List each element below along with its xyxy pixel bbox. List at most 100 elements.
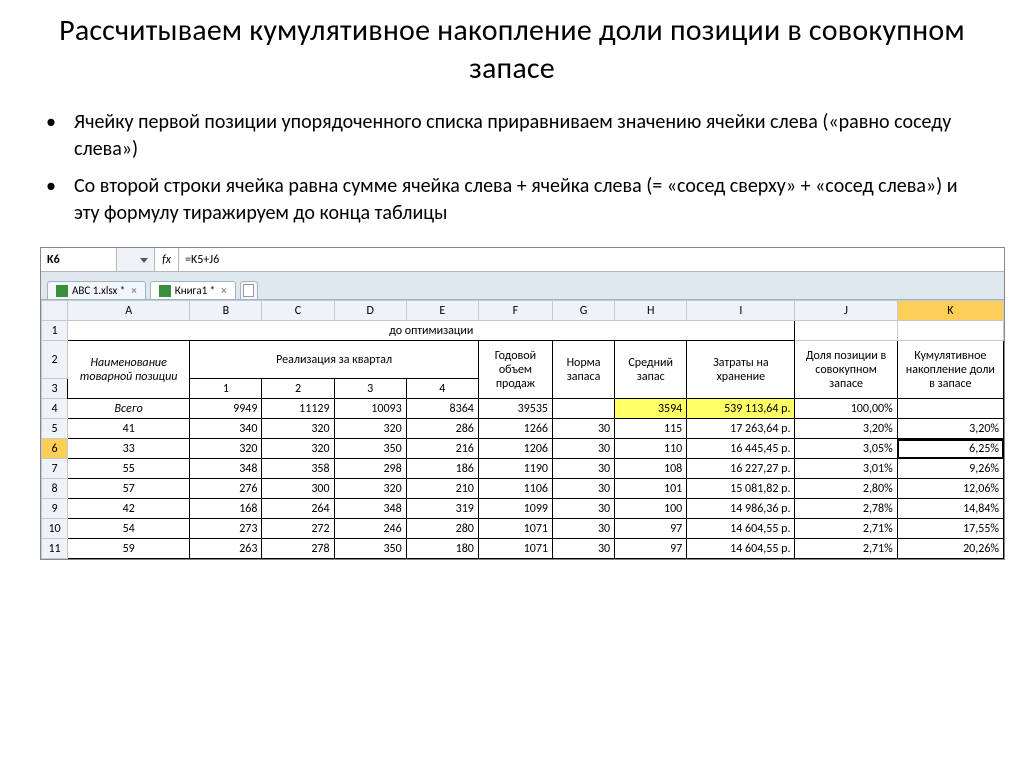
- cell[interactable]: 1071: [478, 539, 552, 559]
- cell[interactable]: 3,01%: [795, 459, 897, 479]
- cell[interactable]: 286: [406, 419, 478, 439]
- cell[interactable]: 280: [406, 519, 478, 539]
- row-header-8[interactable]: 8: [42, 479, 68, 499]
- cell[interactable]: 2,71%: [795, 519, 897, 539]
- row-header-2[interactable]: 2: [42, 341, 68, 379]
- cell[interactable]: 2,71%: [795, 539, 897, 559]
- row-header-5[interactable]: 5: [42, 419, 68, 439]
- cell[interactable]: 340: [190, 419, 262, 439]
- cell[interactable]: 320: [334, 479, 406, 499]
- cell[interactable]: 3,05%: [795, 439, 897, 459]
- cell[interactable]: 41: [68, 419, 190, 439]
- cell[interactable]: Всего: [68, 399, 190, 419]
- cell[interactable]: 320: [262, 439, 334, 459]
- cell[interactable]: 186: [406, 459, 478, 479]
- col-header-E[interactable]: E: [406, 301, 478, 321]
- cell[interactable]: 97: [615, 539, 687, 559]
- cell[interactable]: 272: [262, 519, 334, 539]
- cell[interactable]: 168: [190, 499, 262, 519]
- cell[interactable]: 39535: [478, 399, 552, 419]
- col-header-B[interactable]: B: [190, 301, 262, 321]
- cell[interactable]: 100: [615, 499, 687, 519]
- cell[interactable]: 16 227,27 р.: [687, 459, 795, 479]
- cell[interactable]: 30: [553, 479, 615, 499]
- cell[interactable]: 14 986,36 р.: [687, 499, 795, 519]
- cell[interactable]: 180: [406, 539, 478, 559]
- cell[interactable]: 30: [553, 499, 615, 519]
- name-box[interactable]: K6: [41, 248, 117, 271]
- cell[interactable]: 54: [68, 519, 190, 539]
- cell[interactable]: 15 081,82 р.: [687, 479, 795, 499]
- cell[interactable]: 30: [553, 419, 615, 439]
- cell[interactable]: 101: [615, 479, 687, 499]
- cell[interactable]: 1206: [478, 439, 552, 459]
- tab-abc1[interactable]: ABC 1.xlsx * ×: [47, 281, 146, 299]
- col-header-F[interactable]: F: [478, 301, 552, 321]
- col-header-H[interactable]: H: [615, 301, 687, 321]
- cell[interactable]: 276: [190, 479, 262, 499]
- col-header-C[interactable]: C: [262, 301, 334, 321]
- col-header-I[interactable]: I: [687, 301, 795, 321]
- cell[interactable]: 55: [68, 459, 190, 479]
- cell[interactable]: 16 445,45 р.: [687, 439, 795, 459]
- cell[interactable]: 14 604,55 р.: [687, 539, 795, 559]
- cell[interactable]: 8364: [406, 399, 478, 419]
- cell[interactable]: [553, 399, 615, 419]
- close-icon[interactable]: ×: [131, 284, 136, 297]
- cell[interactable]: 42: [68, 499, 190, 519]
- cell[interactable]: 30: [553, 439, 615, 459]
- row-header-4[interactable]: 4: [42, 399, 68, 419]
- cell[interactable]: 264: [262, 499, 334, 519]
- row-header-6[interactable]: 6: [42, 439, 68, 459]
- name-box-dropdown[interactable]: [117, 248, 155, 271]
- cell[interactable]: [897, 399, 1003, 419]
- cell[interactable]: 348: [190, 459, 262, 479]
- cell[interactable]: 17,55%: [897, 519, 1003, 539]
- cell[interactable]: 108: [615, 459, 687, 479]
- cell[interactable]: 12,06%: [897, 479, 1003, 499]
- cell[interactable]: 30: [553, 519, 615, 539]
- cell[interactable]: 350: [334, 439, 406, 459]
- cell[interactable]: 319: [406, 499, 478, 519]
- cell[interactable]: 216: [406, 439, 478, 459]
- col-header-G[interactable]: G: [553, 301, 615, 321]
- cell[interactable]: 320: [334, 419, 406, 439]
- cell[interactable]: 97: [615, 519, 687, 539]
- col-header-K[interactable]: K: [897, 301, 1003, 321]
- cell[interactable]: 59: [68, 539, 190, 559]
- cell[interactable]: 14,84%: [897, 499, 1003, 519]
- cell[interactable]: 9,26%: [897, 459, 1003, 479]
- cell[interactable]: 3594: [615, 399, 687, 419]
- cell[interactable]: 278: [262, 539, 334, 559]
- cell[interactable]: 1190: [478, 459, 552, 479]
- row-header-11[interactable]: 11: [42, 539, 68, 559]
- tab-book1[interactable]: Книга1 * ×: [150, 281, 236, 299]
- cell[interactable]: 320: [190, 439, 262, 459]
- cell[interactable]: 320: [262, 419, 334, 439]
- cell[interactable]: 17 263,64 р.: [687, 419, 795, 439]
- close-icon[interactable]: ×: [221, 284, 226, 297]
- cell[interactable]: 210: [406, 479, 478, 499]
- cell[interactable]: 273: [190, 519, 262, 539]
- cell[interactable]: 20,26%: [897, 539, 1003, 559]
- cell[interactable]: 6,25%: [897, 439, 1003, 459]
- cell[interactable]: 358: [262, 459, 334, 479]
- cell[interactable]: 350: [334, 539, 406, 559]
- cell[interactable]: 246: [334, 519, 406, 539]
- fx-icon[interactable]: fx: [155, 248, 179, 271]
- row-header-9[interactable]: 9: [42, 499, 68, 519]
- row-header-1[interactable]: 1: [42, 321, 68, 341]
- cell[interactable]: 3,20%: [897, 419, 1003, 439]
- cell[interactable]: 33: [68, 439, 190, 459]
- row-header-3[interactable]: 3: [42, 379, 68, 399]
- cell[interactable]: 9949: [190, 399, 262, 419]
- formula-input[interactable]: =K5+J6: [179, 248, 1004, 271]
- col-header-A[interactable]: A: [68, 301, 190, 321]
- cell[interactable]: 100,00%: [795, 399, 897, 419]
- cell[interactable]: 11129: [262, 399, 334, 419]
- cell[interactable]: 298: [334, 459, 406, 479]
- col-header-J[interactable]: J: [795, 301, 897, 321]
- cell[interactable]: 10093: [334, 399, 406, 419]
- row-header-7[interactable]: 7: [42, 459, 68, 479]
- cell[interactable]: 1071: [478, 519, 552, 539]
